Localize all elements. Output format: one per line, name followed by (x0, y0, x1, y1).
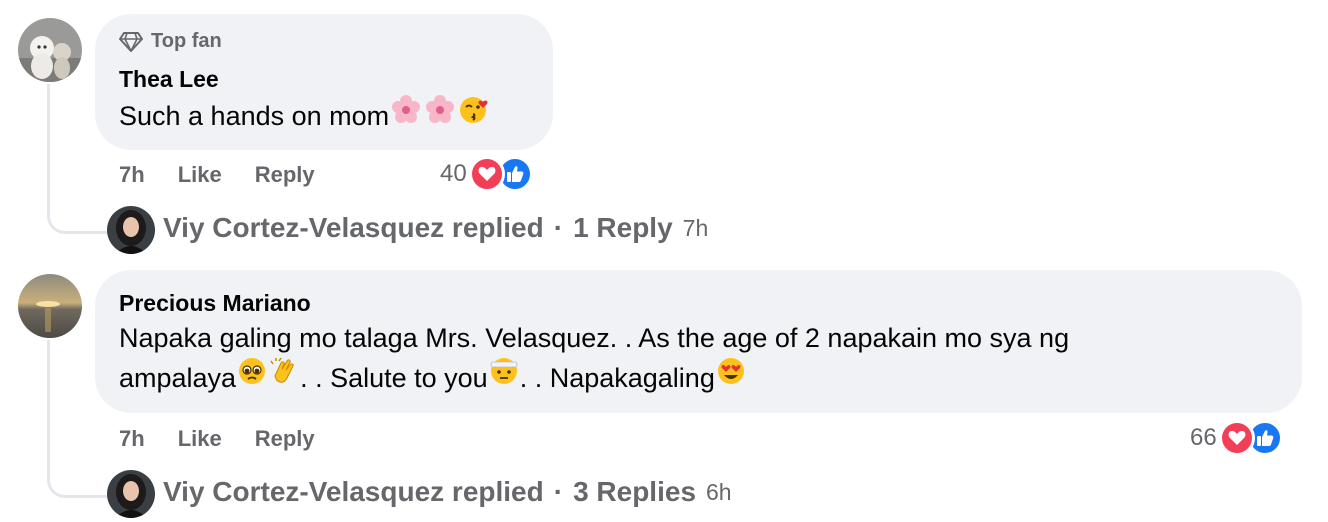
reply-timestamp: 7h (682, 214, 709, 241)
reply-timestamp: 6h (706, 478, 732, 505)
comment-text-line: Napaka galing mo talaga Mrs. Velasquez. … (119, 323, 1070, 353)
comment-timestamp[interactable]: 7h (119, 426, 145, 452)
comment-text: Napaka galing mo talaga Mrs. Velasquez. … (119, 318, 1279, 398)
reaction-count: 40 (440, 160, 467, 187)
replies-count: 1 Reply (573, 212, 673, 243)
replied-by-text: Viy Cortez-Velasquez replied (163, 212, 544, 243)
comment-text-segment: ampalaya (119, 363, 237, 393)
avatar-thea-lee[interactable] (18, 18, 82, 82)
clapping-hands-icon (269, 356, 299, 397)
reaction-summary[interactable]: 66 (1190, 420, 1283, 456)
like-button[interactable]: Like (178, 426, 222, 452)
comment-author[interactable]: Precious Mariano (119, 290, 311, 317)
reply-button[interactable]: Reply (255, 162, 315, 188)
comment-text: Such a hands on mom (119, 93, 491, 136)
heart-eyes-icon (716, 356, 746, 397)
kissing-heart-icon (458, 93, 490, 136)
love-reaction-icon (468, 156, 505, 192)
view-replies-link[interactable]: Viy Cortez-Velasquez replied · 1 Reply 7… (163, 212, 708, 244)
avatar-viy-cortez[interactable] (107, 470, 155, 518)
comment-actions: 7h Like Reply (119, 426, 315, 452)
like-button[interactable]: Like (178, 162, 222, 188)
comment-author[interactable]: Thea Lee (119, 66, 219, 93)
comment-text-segment: . . Napakagaling (519, 363, 715, 393)
comment-actions: 7h Like Reply (119, 162, 315, 188)
avatar-precious-mariano[interactable] (18, 274, 82, 338)
reaction-summary[interactable]: 40 (440, 156, 533, 192)
diamond-icon (119, 31, 143, 52)
comment-text-line: Such a hands on mom (119, 101, 390, 131)
replied-by-text: Viy Cortez-Velasquez replied (163, 476, 544, 507)
view-replies-link[interactable]: Viy Cortez-Velasquez replied · 3 Replies… (163, 476, 732, 508)
cherry-blossom-icon (390, 93, 422, 136)
avatar-viy-cortez[interactable] (107, 206, 155, 254)
comment-text-segment: . . Salute to you (300, 363, 488, 393)
reaction-count: 66 (1190, 424, 1217, 451)
pleading-face-icon (237, 356, 267, 397)
separator-dot: · (553, 476, 564, 507)
replies-count: 3 Replies (573, 476, 697, 507)
separator-dot: · (553, 212, 564, 243)
badge-label: Top fan (151, 30, 222, 52)
cherry-blossom-icon (424, 93, 456, 136)
top-fan-badge: Top fan (119, 30, 222, 53)
comment-timestamp[interactable]: 7h (119, 162, 145, 188)
comment-bubble: Precious Mariano Napaka galing mo talaga… (95, 270, 1302, 413)
love-reaction-icon (1218, 420, 1255, 456)
reply-button[interactable]: Reply (255, 426, 315, 452)
comment-bubble: Top fan Thea Lee Such a hands on mom (95, 14, 553, 150)
face-with-head-bandage-icon (489, 356, 519, 397)
